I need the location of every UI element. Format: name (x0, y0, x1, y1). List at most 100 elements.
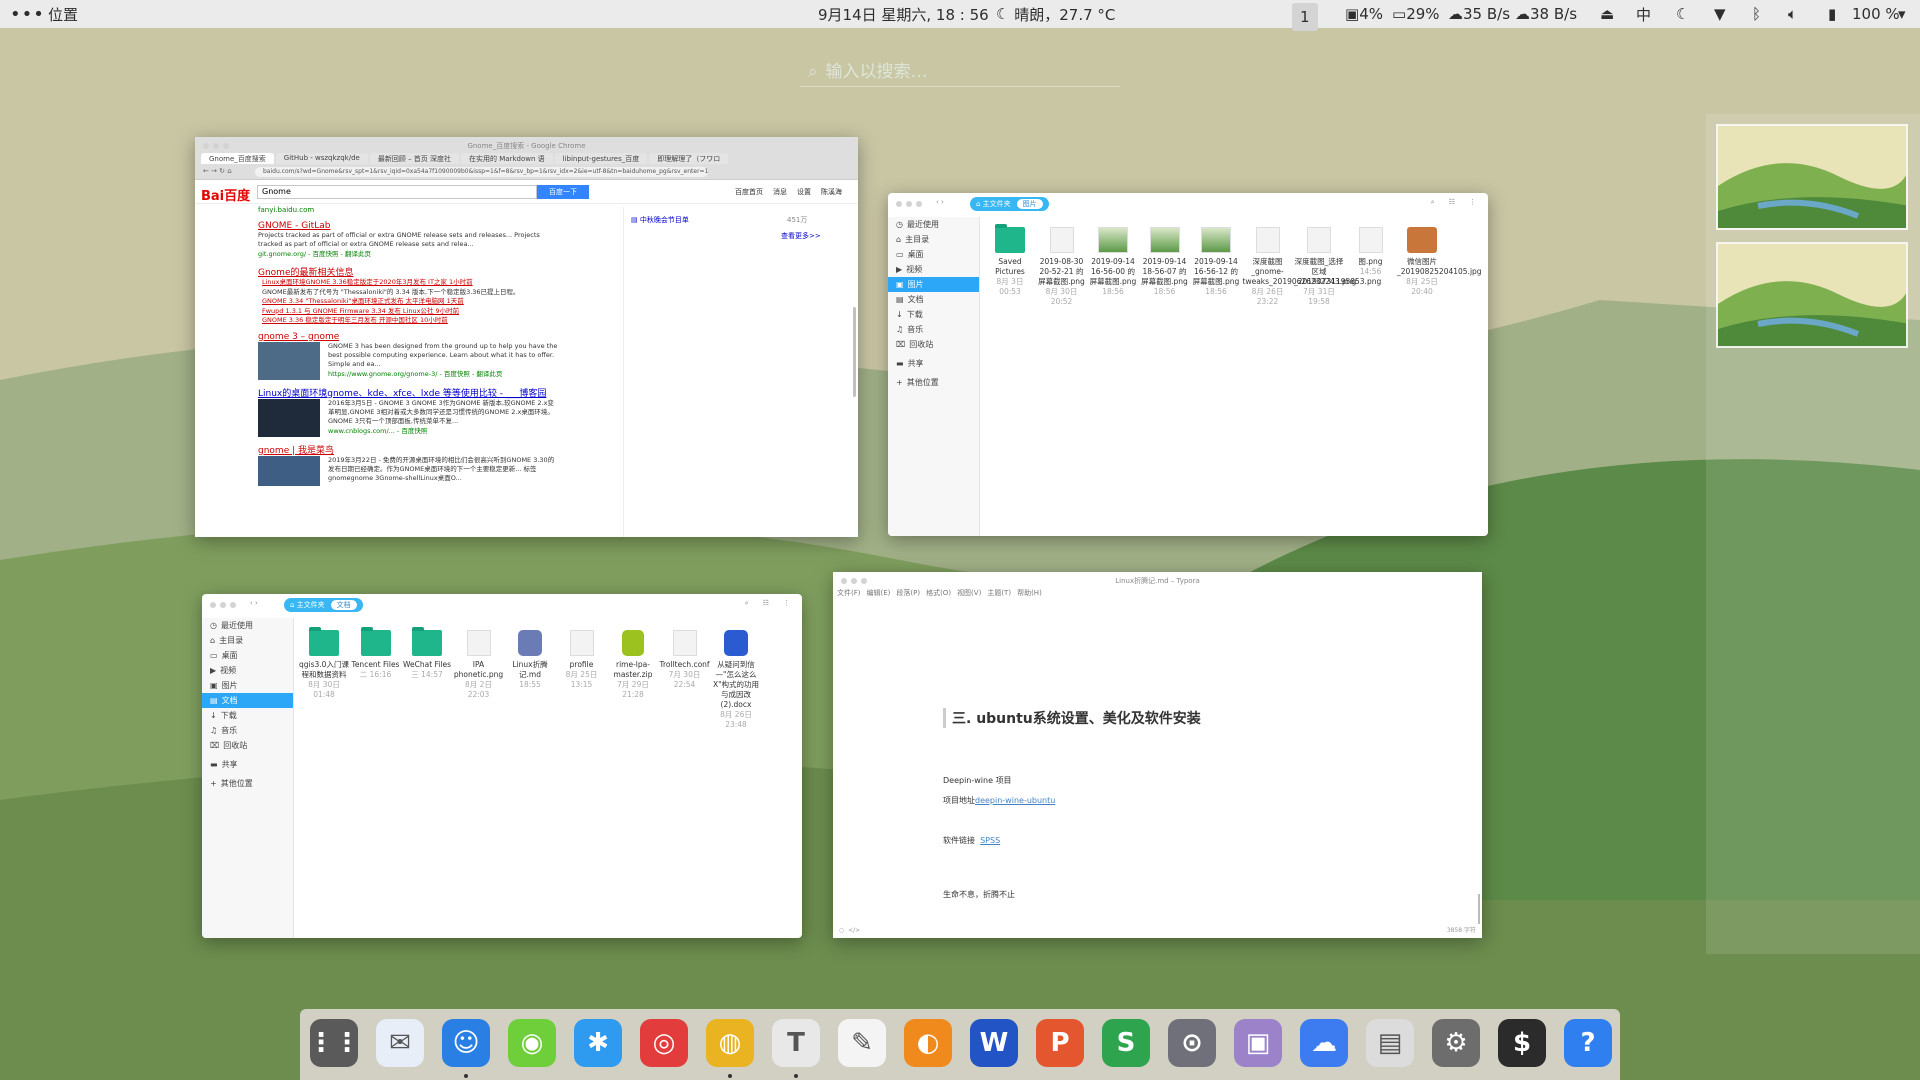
file-item[interactable]: 微信图片_20190825204105.jpg 8月 25日 20:40 (1397, 227, 1482, 297)
hot-list-item[interactable]: ▤ 中秋晚会节目单 (631, 215, 689, 225)
sidebar-item-documents[interactable]: ▤ 文档 (888, 292, 979, 307)
typora-window[interactable]: Linux折腾记.md – Typora 文件(F) 编辑(E) 段落(P) 格… (833, 572, 1482, 938)
file-item[interactable]: profile 8月 25日 13:15 (557, 630, 607, 690)
tab[interactable]: Gnome_百度搜索 (201, 153, 274, 164)
paragraph[interactable]: 软件链接 SPSS (943, 836, 1000, 846)
wifi-icon[interactable]: ▼ (1714, 0, 1726, 28)
file-item[interactable]: qgis3.0入门课程和数据资料 8月 30日 01:48 (299, 627, 349, 700)
top-link[interactable]: 陈溪海 (821, 187, 842, 197)
weather-widget[interactable]: ☾ 晴朗，27.7 °C (996, 0, 1115, 28)
sidebar-item-downloads[interactable]: ↓ 下载 (888, 307, 979, 322)
news-item[interactable]: GNOME 3.34 "Thessaloniki"桌面环境正式发布 太平洋电脑网… (262, 297, 558, 307)
sidebar-item-recent[interactable]: ◷ 最近使用 (202, 618, 293, 633)
workspace-thumbnail-2[interactable] (1716, 242, 1908, 348)
wps-presentation-icon[interactable]: P (1036, 1019, 1084, 1067)
menu-paragraph[interactable]: 段落(P) (896, 588, 920, 598)
tab[interactable]: 最新回顾 – 首页 深度社 (369, 153, 460, 164)
menu-file[interactable]: 文件(F) (837, 588, 861, 598)
sidebar-item-other[interactable]: + 其他位置 (202, 776, 293, 791)
result-thumbnail[interactable] (258, 398, 320, 437)
vlc-icon[interactable]: ◐ (904, 1019, 952, 1067)
file-item[interactable]: Linux折腾记.md 18:55 (505, 630, 555, 690)
window-controls[interactable] (210, 602, 236, 608)
baidu-netdisk-icon[interactable]: ☁ (1300, 1019, 1348, 1067)
tim-icon[interactable]: ✱ (574, 1019, 622, 1067)
file-item[interactable]: 从疑问到信—"怎么这么X"构式的功用与成因改 (2).docx 8月 26日 23… (711, 630, 761, 730)
breadcrumb-home[interactable]: ⌂ 主文件夹 (290, 600, 325, 610)
file-item[interactable]: rime-lpa-master.zip 7月 29日 21:28 (608, 630, 658, 700)
sidebar-item-documents[interactable]: ▤ 文档 (202, 693, 293, 708)
dots-menu-icon[interactable]: ••• (10, 0, 45, 28)
sidebar-item-pictures[interactable]: ▣ 图片 (202, 678, 293, 693)
sidebar-item-downloads[interactable]: ↓ 下载 (202, 708, 293, 723)
menu-icon[interactable]: ⋮ (783, 598, 790, 608)
file-item[interactable]: IPA phonetic.png 8月 2日 22:03 (454, 630, 504, 700)
scrollbar[interactable] (853, 307, 856, 397)
file-item[interactable]: WeChat Files 三 14:57 (402, 627, 452, 680)
sidebar-item-desktop[interactable]: ▭ 桌面 (202, 648, 293, 663)
finder-icon[interactable]: ☺ (442, 1019, 490, 1067)
menu-view[interactable]: 视图(V) (957, 588, 981, 598)
file-item[interactable]: 2019-09-14 16-56-00 的屏幕截图.png 18:56 (1088, 227, 1138, 297)
scrollbar[interactable] (1478, 894, 1480, 924)
help-icon[interactable]: ? (1564, 1019, 1612, 1067)
wps-writer-icon[interactable]: W (970, 1019, 1018, 1067)
document-heading[interactable]: 三. ubuntu系统设置、美化及软件安装 (943, 708, 1201, 728)
result-site[interactable]: git.gnome.org/ - 百度快照 - 翻译此页 (258, 249, 558, 259)
top-link[interactable]: 消息 (773, 187, 787, 197)
eject-icon[interactable]: ⏏ (1600, 0, 1614, 28)
wechat-icon[interactable]: ◉ (508, 1019, 556, 1067)
tab[interactable]: GitHub - wszqkzqk/de (275, 153, 368, 164)
battery-icon[interactable]: ▮ (1828, 0, 1836, 28)
workspace-indicator[interactable]: 1 (1292, 3, 1318, 31)
sidebar-item-videos[interactable]: ▶ 视频 (202, 663, 293, 678)
places-menu[interactable]: 位置 (48, 0, 78, 28)
menu-icon[interactable]: ⋮ (1469, 197, 1476, 207)
view-icon[interactable]: ☷ (1449, 197, 1455, 207)
chrome-icon[interactable]: ◍ (706, 1019, 754, 1067)
bluetooth-icon[interactable]: ᛒ (1752, 0, 1761, 28)
tab[interactable]: 在实用的 Markdown 语 (461, 153, 553, 164)
wps-spreadsheets-icon[interactable]: S (1102, 1019, 1150, 1067)
search-icon[interactable]: ⌕ (745, 598, 749, 608)
file-item[interactable]: 深度截图_选择区域_20190731195853.png 7月 31日 19:58 (1294, 227, 1381, 307)
netease-music-icon[interactable]: ◎ (640, 1019, 688, 1067)
source-mode-toggle[interactable]: ○ </> (839, 926, 860, 936)
sidebar-item-trash[interactable]: ⌧ 回收站 (202, 738, 293, 753)
result-title[interactable]: Linux的桌面环境gnome、kde、xfce、lxde 等等使用比较 - _… (258, 386, 558, 399)
volume-icon[interactable]: 🔈︎ (1788, 0, 1797, 28)
file-item[interactable]: 图.png 14:56 (1346, 227, 1396, 277)
clipboard-icon[interactable]: ▤ (1366, 1019, 1414, 1067)
search-icon[interactable]: ⌕ (1431, 197, 1435, 207)
sidebar-item-pictures[interactable]: ▣ 图片 (888, 277, 979, 292)
sidebar-item-home[interactable]: ⌂ 主目录 (888, 232, 979, 247)
window-controls[interactable] (896, 201, 922, 207)
result-title[interactable]: GNOME - GitLab (258, 221, 558, 231)
menu-theme[interactable]: 主题(T) (987, 588, 1011, 598)
workspace-thumbnail-1[interactable] (1716, 124, 1908, 230)
typora-icon[interactable]: T (772, 1019, 820, 1067)
breadcrumb-current[interactable]: 文档 (330, 600, 357, 610)
result-site[interactable]: www.cnblogs.com/... - 百度快照 (328, 426, 558, 436)
baidu-logo[interactable]: Bai百度 (201, 185, 250, 204)
text-editor-icon[interactable]: ✎ (838, 1019, 886, 1067)
tab[interactable]: 即理解理了（フワロ (649, 153, 729, 164)
file-item[interactable]: 深度截图_gnome-tweaks_20190626232243.png 8月 2… (1243, 227, 1356, 307)
terminal-icon[interactable]: $ (1498, 1019, 1546, 1067)
menu-help[interactable]: 帮助(H) (1017, 588, 1042, 598)
top-link[interactable]: 设置 (797, 187, 811, 197)
file-item[interactable]: Trolltech.conf 7月 30日 22:54 (660, 630, 710, 690)
project-link[interactable]: deepin-wine-ubuntu (975, 796, 1055, 805)
baidu-search-button[interactable]: 百度一下 (537, 185, 589, 199)
result-title[interactable]: gnome 3 – gnome (258, 332, 558, 342)
chevron-down-icon[interactable]: ▾ (1898, 0, 1906, 28)
menu-format[interactable]: 格式(O) (926, 588, 951, 598)
activities-search[interactable]: ⌕ (800, 57, 1120, 87)
result-thumbnail[interactable] (258, 341, 320, 380)
input-method[interactable]: 中 (1636, 0, 1651, 28)
file-item[interactable]: 2019-08-30 20-52-21 的屏幕截图.png 8月 30日 20:5… (1037, 227, 1087, 307)
news-item[interactable]: GNOME 3.36 稳定版定于明年三月发布 开源中国社区 10小时前 (262, 316, 558, 326)
sidebar-item-other[interactable]: + 其他位置 (888, 375, 979, 390)
nav-arrows[interactable]: ‹ › (250, 598, 258, 608)
more-link[interactable]: 查看更多>> (781, 231, 821, 241)
